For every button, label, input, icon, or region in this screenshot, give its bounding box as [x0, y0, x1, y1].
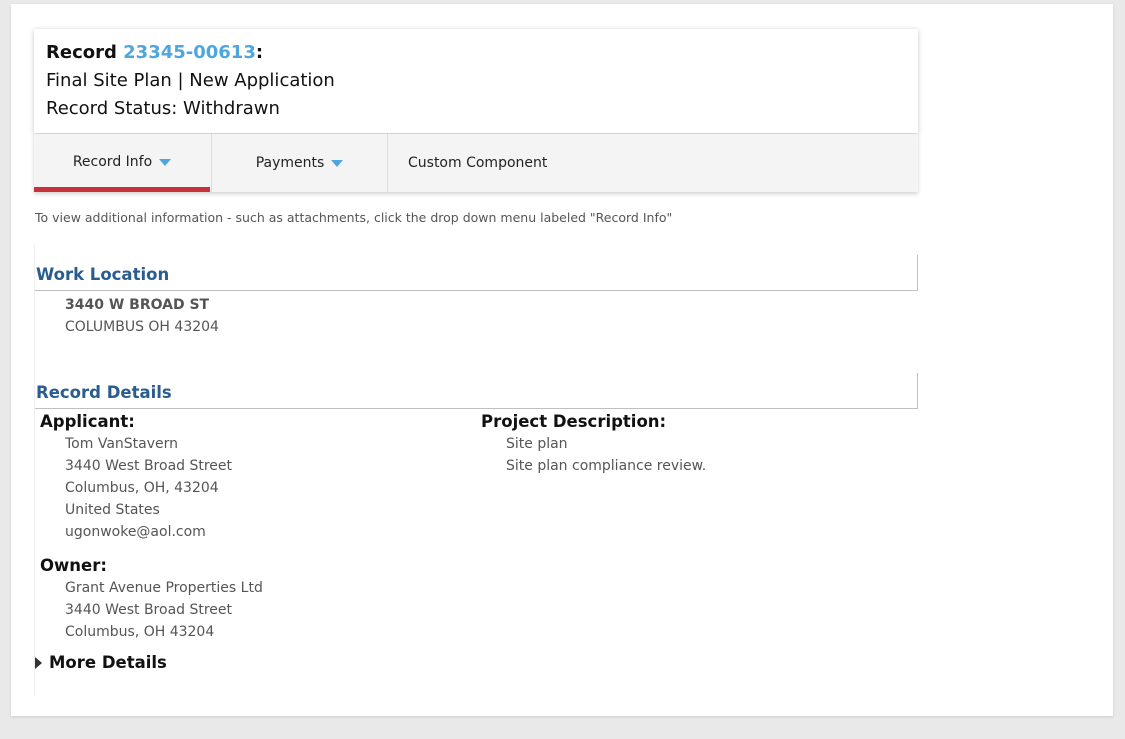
owner-name: Grant Avenue Properties Ltd	[65, 580, 263, 596]
applicant-country: United States	[65, 502, 160, 518]
owner-street: 3440 West Broad Street	[65, 602, 233, 618]
project-description-label: Project Description:	[481, 412, 667, 431]
record-tabs: Record Info Payments Custom Component	[34, 134, 918, 192]
tab-record-info-label: Record Info	[72, 154, 153, 170]
chevron-down-icon	[159, 158, 172, 166]
record-details-section: Record Details	[35, 373, 918, 409]
tab-custom-component[interactable]: Custom Component	[387, 134, 687, 192]
more-details-toggle[interactable]: More Details	[35, 653, 167, 672]
info-hint: To view additional information - such as…	[35, 210, 673, 225]
caret-right-icon	[35, 656, 42, 669]
project-description-title: Site plan	[506, 436, 568, 452]
project-description-text: Site plan compliance review.	[506, 458, 707, 474]
applicant-city: Columbus, OH, 43204	[65, 480, 219, 496]
tab-record-info[interactable]: Record Info	[34, 134, 210, 192]
applicant-label: Applicant:	[40, 412, 135, 431]
tab-payments[interactable]: Payments	[211, 134, 387, 192]
record-header: Record 23345-00613: Final Site Plan | Ne…	[34, 28, 918, 133]
page-container: Record 23345-00613: Final Site Plan | Ne…	[11, 4, 1113, 716]
work-location-section: Work Location	[35, 255, 918, 291]
record-number: 23345-00613	[123, 42, 256, 63]
record-details-title: Record Details	[36, 383, 172, 402]
record-title: Record 23345-00613:	[46, 42, 263, 63]
record-colon: :	[255, 42, 264, 63]
applicant-email: ugonwoke@aol.com	[65, 524, 206, 540]
tab-custom-component-label: Custom Component	[408, 155, 548, 171]
work-address-city: COLUMBUS OH 43204	[65, 319, 219, 335]
record-type: Final Site Plan | New Application	[46, 70, 335, 91]
work-location-title: Work Location	[36, 265, 170, 284]
chevron-down-icon	[331, 159, 344, 167]
content-divider	[34, 244, 35, 696]
owner-label: Owner:	[40, 556, 107, 575]
work-address-street: 3440 W BROAD ST	[65, 297, 210, 313]
tab-payments-label: Payments	[255, 155, 325, 171]
owner-city: Columbus, OH 43204	[65, 624, 215, 640]
record-label: Record	[46, 42, 124, 63]
applicant-name: Tom VanStavern	[65, 436, 179, 452]
applicant-street: 3440 West Broad Street	[65, 458, 233, 474]
more-details-label: More Details	[49, 653, 167, 672]
record-status: Record Status: Withdrawn	[46, 98, 280, 119]
